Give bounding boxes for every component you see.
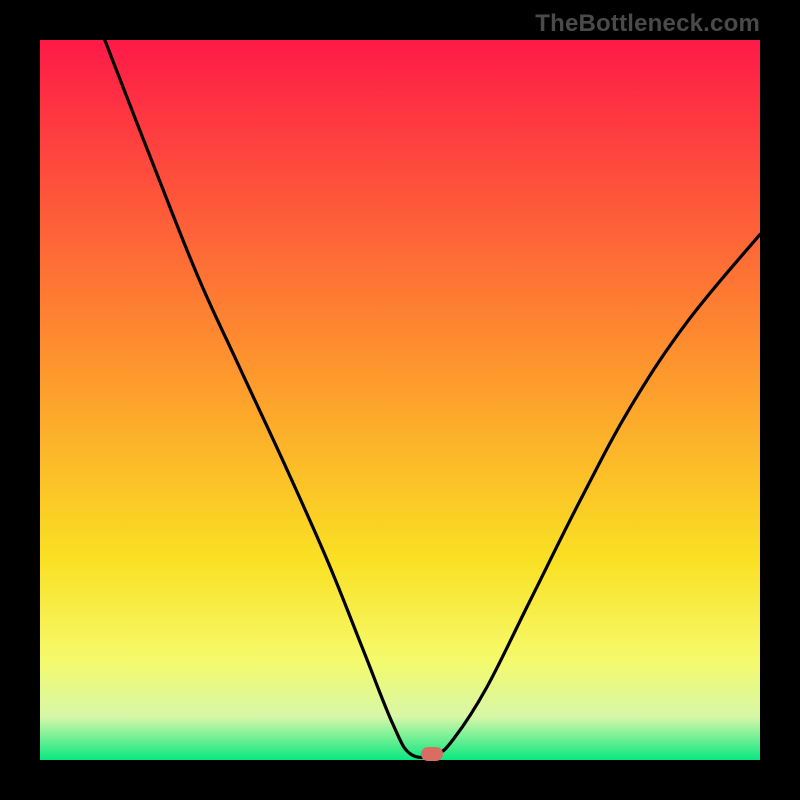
chart-frame: TheBottleneck.com xyxy=(0,0,800,800)
optimal-marker xyxy=(421,747,443,761)
plot-area xyxy=(40,40,760,760)
watermark-text: TheBottleneck.com xyxy=(535,10,760,38)
curve-layer xyxy=(40,40,760,760)
bottleneck-curve xyxy=(105,40,760,757)
